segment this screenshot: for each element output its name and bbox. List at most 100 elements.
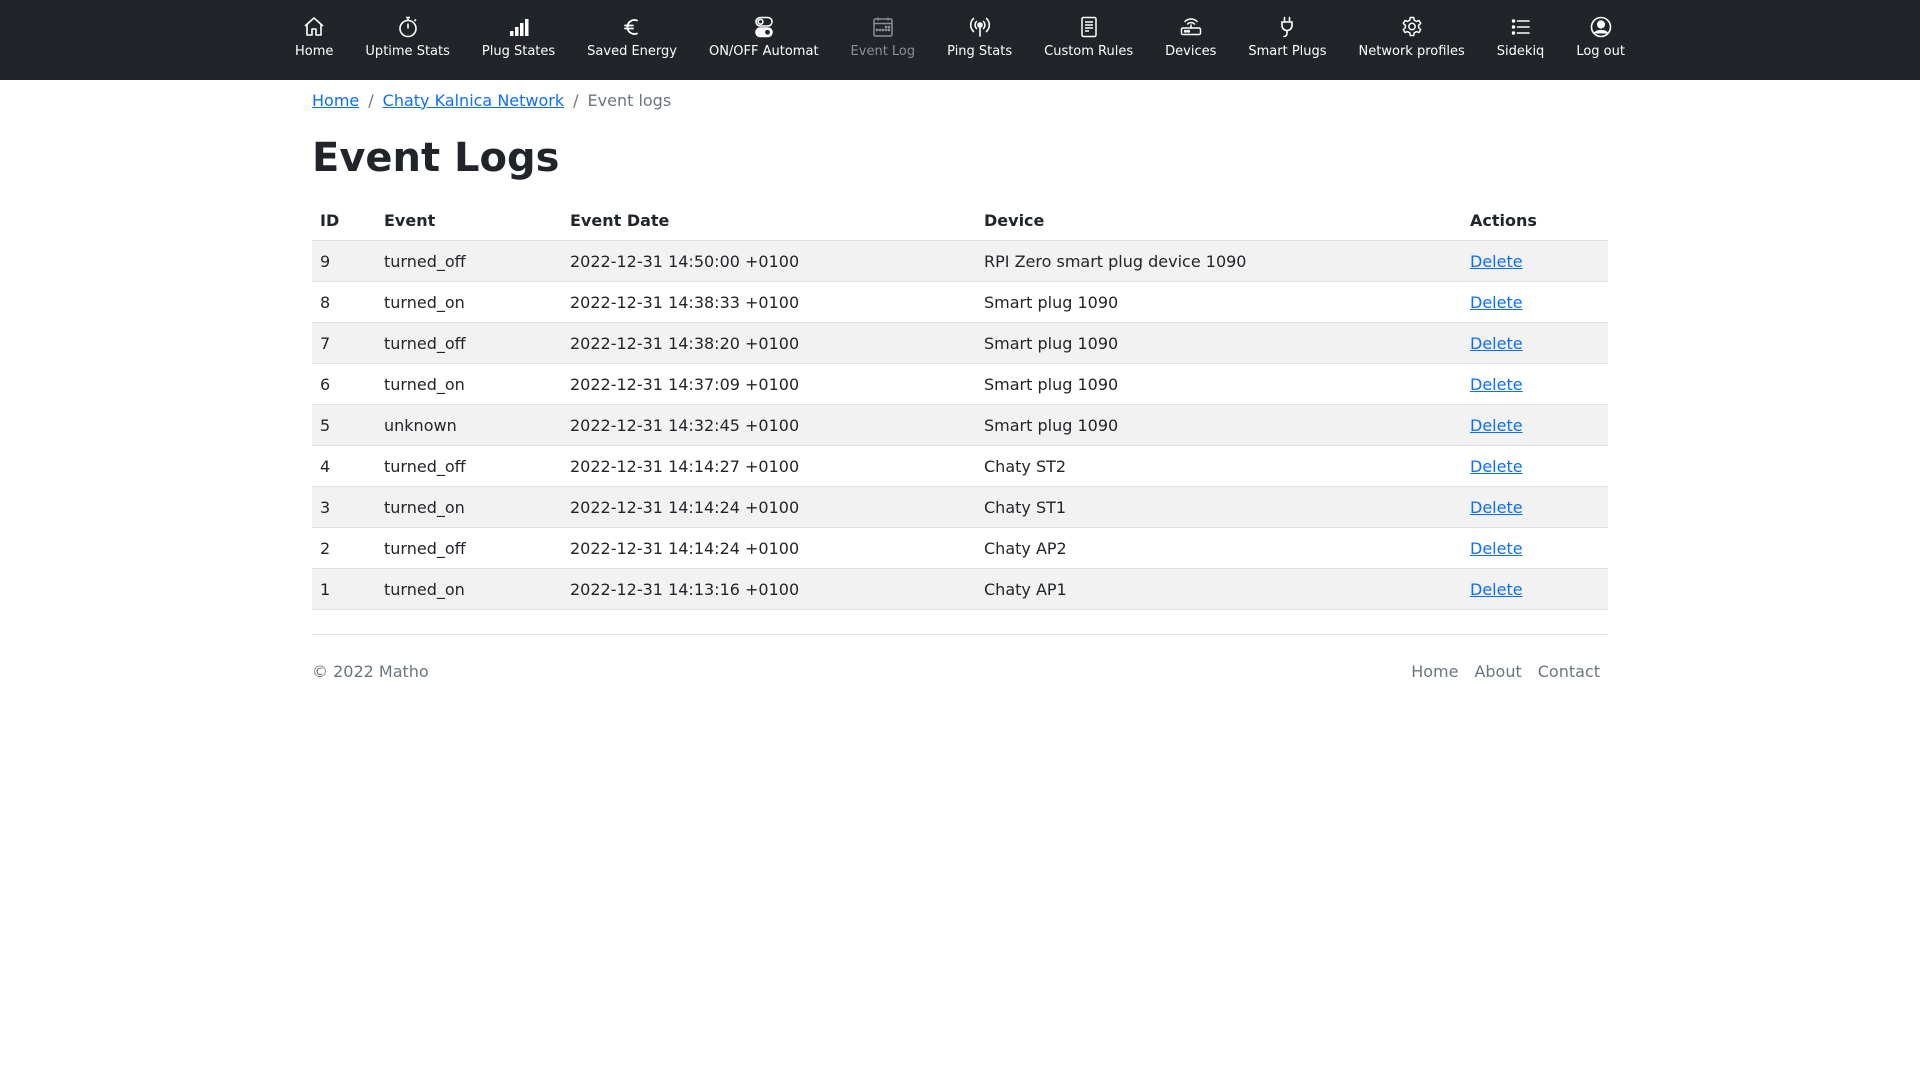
nav-label: Uptime Stats (365, 44, 450, 59)
nav-item-plug-states[interactable]: Plug States (466, 14, 571, 59)
cell-event: turned_off (376, 322, 562, 364)
column-header-event: Event (376, 200, 562, 241)
nav-item-ping-stats[interactable]: Ping Stats (931, 14, 1028, 59)
delete-link[interactable]: Delete (1470, 539, 1523, 558)
cell-actions: Delete (1462, 445, 1608, 487)
cell-device: Smart plug 1090 (976, 322, 1462, 364)
table-header-row: ID Event Event Date Device Actions (312, 200, 1608, 241)
list-icon (1508, 14, 1534, 40)
cell-device: Chaty AP2 (976, 527, 1462, 569)
delete-link[interactable]: Delete (1470, 293, 1523, 312)
cell-event-date: 2022-12-31 14:38:33 +0100 (562, 281, 976, 323)
euro-icon (619, 14, 645, 40)
cell-event-date: 2022-12-31 14:38:20 +0100 (562, 322, 976, 364)
delete-link[interactable]: Delete (1470, 457, 1523, 476)
cell-event: turned_on (376, 281, 562, 323)
cell-device: Smart plug 1090 (976, 363, 1462, 405)
nav-item-log-out[interactable]: Log out (1560, 14, 1641, 59)
cell-event-date: 2022-12-31 14:13:16 +0100 (562, 568, 976, 610)
table-row: 3 turned_on 2022-12-31 14:14:24 +0100 Chaty… (312, 486, 1608, 528)
delete-link[interactable]: Delete (1470, 375, 1523, 394)
footer-link-contact[interactable]: Contact (1530, 662, 1608, 681)
nav-label: Saved Energy (587, 44, 677, 59)
nav-item-on-off-automat[interactable]: ON/OFF Automat (693, 14, 835, 59)
delete-link[interactable]: Delete (1470, 498, 1523, 517)
cell-event: turned_off (376, 240, 562, 282)
nav-item-sidekiq[interactable]: Sidekiq (1481, 14, 1561, 59)
nav-label: Ping Stats (947, 44, 1013, 59)
nav-label: Event Log (850, 44, 916, 59)
nav-item-home[interactable]: Home (279, 14, 349, 59)
breadcrumb-current: Event logs (587, 90, 672, 110)
column-header-event-date: Event Date (562, 200, 976, 241)
top-navbar: Home Uptime Stats Plug States Saved Ener… (0, 0, 1920, 80)
nav-label: ON/OFF Automat (708, 44, 819, 59)
cell-id: 9 (312, 240, 376, 282)
footer-links: Home About Contact (1403, 662, 1608, 681)
nav-item-custom-rules[interactable]: Custom Rules (1028, 14, 1149, 59)
cell-id: 1 (312, 568, 376, 610)
bar-signal-icon (506, 14, 532, 40)
nav-label: Devices (1165, 44, 1217, 59)
nav-item-smart-plugs[interactable]: Smart Plugs (1232, 14, 1342, 59)
nav-label: Sidekiq (1496, 44, 1545, 59)
cell-event: unknown (376, 404, 562, 446)
cell-id: 4 (312, 445, 376, 487)
delete-link[interactable]: Delete (1470, 334, 1523, 353)
nav-label: Log out (1576, 44, 1625, 59)
nav-label: Home (295, 44, 334, 59)
nav-label: Network profiles (1358, 44, 1465, 59)
footer-link-about[interactable]: About (1466, 662, 1529, 681)
nav-item-network-profiles[interactable]: Network profiles (1343, 14, 1481, 59)
toggles-icon (751, 14, 777, 40)
cell-actions: Delete (1462, 568, 1608, 610)
cell-actions: Delete (1462, 281, 1608, 323)
delete-link[interactable]: Delete (1470, 416, 1523, 435)
cell-device: RPI Zero smart plug device 1090 (976, 240, 1462, 282)
breadcrumb-home-link[interactable]: Home (312, 91, 359, 110)
home-icon (301, 14, 327, 40)
table-row: 1 turned_on 2022-12-31 14:13:16 +0100 Chaty… (312, 568, 1608, 610)
cell-id: 5 (312, 404, 376, 446)
cell-event-date: 2022-12-31 14:32:45 +0100 (562, 404, 976, 446)
cell-device: Smart plug 1090 (976, 404, 1462, 446)
footer: © 2022 Matho Home About Contact (312, 635, 1608, 707)
stopwatch-icon (395, 14, 421, 40)
event-logs-table: ID Event Event Date Device Actions 9 turn… (312, 200, 1608, 610)
cell-id: 7 (312, 322, 376, 364)
cell-event-date: 2022-12-31 14:37:09 +0100 (562, 363, 976, 405)
nav-item-uptime-stats[interactable]: Uptime Stats (349, 14, 465, 59)
page-title: Event Logs (312, 135, 560, 181)
breadcrumb: Home / Chaty Kalnica Network / Event log… (312, 90, 1608, 110)
nav-label: Plug States (481, 44, 556, 59)
table-row: 9 turned_off 2022-12-31 14:50:00 +0100 RPI … (312, 240, 1608, 282)
main-content: Home / Chaty Kalnica Network / Event log… (312, 90, 1608, 707)
table-row: 4 turned_off 2022-12-31 14:14:27 +0100 Chat… (312, 445, 1608, 487)
cell-device: Chaty ST2 (976, 445, 1462, 487)
nav-label: Custom Rules (1044, 44, 1134, 59)
cell-actions: Delete (1462, 322, 1608, 364)
cell-event-date: 2022-12-31 14:14:24 +0100 (562, 486, 976, 528)
calendar-icon (870, 14, 896, 40)
nav-item-event-log[interactable]: Event Log (835, 14, 932, 59)
cell-id: 2 (312, 527, 376, 569)
nav-label: Smart Plugs (1248, 44, 1327, 59)
plug-icon (1274, 14, 1300, 40)
cell-id: 3 (312, 486, 376, 528)
cell-actions: Delete (1462, 240, 1608, 282)
cell-actions: Delete (1462, 404, 1608, 446)
cell-device: Smart plug 1090 (976, 281, 1462, 323)
table-row: 5 unknown 2022-12-31 14:32:45 +0100 Smart p… (312, 404, 1608, 446)
delete-link[interactable]: Delete (1470, 580, 1523, 599)
nav-item-devices[interactable]: Devices (1149, 14, 1232, 59)
column-header-actions: Actions (1462, 200, 1608, 241)
breadcrumb-network-link[interactable]: Chaty Kalnica Network (383, 91, 564, 110)
cell-actions: Delete (1462, 486, 1608, 528)
cell-id: 8 (312, 281, 376, 323)
table-row: 6 turned_on 2022-12-31 14:37:09 +0100 Smart… (312, 363, 1608, 405)
cell-event-date: 2022-12-31 14:50:00 +0100 (562, 240, 976, 282)
cell-actions: Delete (1462, 363, 1608, 405)
footer-link-home[interactable]: Home (1403, 662, 1466, 681)
delete-link[interactable]: Delete (1470, 252, 1523, 271)
nav-item-saved-energy[interactable]: Saved Energy (571, 14, 693, 59)
